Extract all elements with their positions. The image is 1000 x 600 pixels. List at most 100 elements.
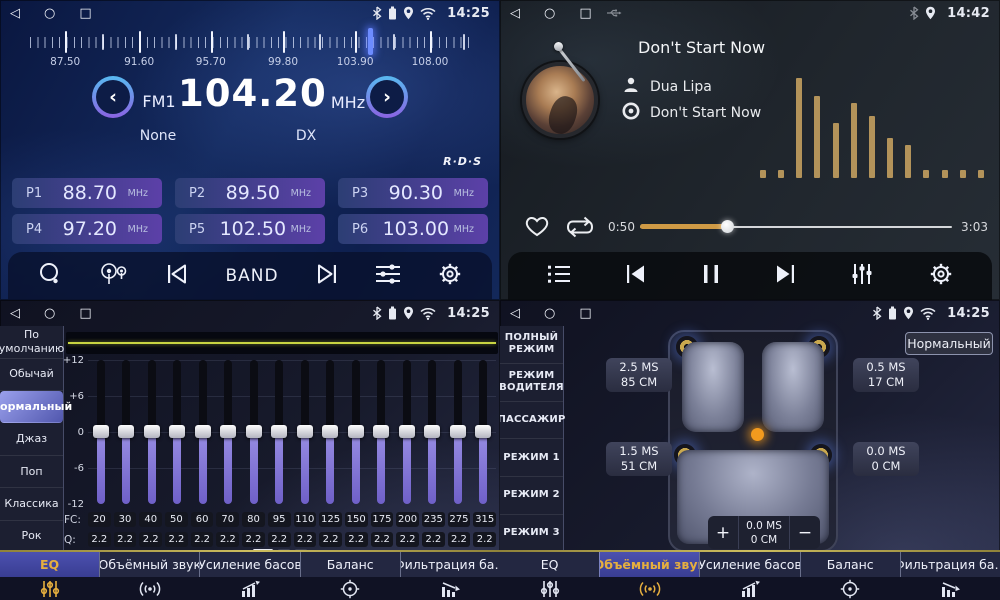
equalizer-icon[interactable] <box>850 262 874 290</box>
progress-bar[interactable] <box>640 224 952 229</box>
q-value[interactable]: 2.2 <box>319 532 342 547</box>
slider-knob[interactable] <box>169 425 185 438</box>
fc-value[interactable]: 315 <box>473 512 496 527</box>
eq-preset-item[interactable]: Нормальный <box>0 391 63 423</box>
increase-delay-button[interactable]: + <box>708 516 738 549</box>
eq-band-slider[interactable] <box>148 360 156 504</box>
q-value[interactable]: 2.2 <box>396 532 419 547</box>
driver-seat[interactable] <box>682 342 744 432</box>
eq-band-slider[interactable] <box>173 360 181 504</box>
tab-label[interactable]: Баланс <box>300 552 400 577</box>
recents-icon[interactable]: □ <box>579 307 591 320</box>
eq-preset-item[interactable]: Рок <box>0 521 63 552</box>
favorite-icon[interactable] <box>524 214 550 242</box>
bass-boost-icon[interactable] <box>700 577 800 600</box>
slider-knob[interactable] <box>93 425 109 438</box>
previous-track-icon[interactable] <box>625 263 647 289</box>
pause-icon[interactable] <box>702 263 720 289</box>
delay-front-left-button[interactable]: 2.5 MS 85 CM <box>606 358 672 392</box>
slider-knob[interactable] <box>399 425 415 438</box>
eq-band-slider[interactable] <box>454 360 462 504</box>
eq-preset-item[interactable]: Поп <box>0 456 63 488</box>
home-icon[interactable]: ○ <box>44 7 55 20</box>
mode-item[interactable]: РЕЖИМ ВОДИТЕЛЯ <box>500 364 563 402</box>
settings-gear-icon[interactable] <box>929 262 953 290</box>
home-icon[interactable]: ○ <box>544 307 555 320</box>
fc-value[interactable]: 200 <box>396 512 419 527</box>
tab-label[interactable]: Усиление басов <box>699 552 799 577</box>
recents-icon[interactable]: □ <box>579 7 591 20</box>
q-value[interactable]: 2.2 <box>473 532 496 547</box>
eq-band-slider[interactable] <box>199 360 207 504</box>
filter-icon[interactable] <box>400 577 500 600</box>
mode-item[interactable]: ПОЛНЫЙ РЕЖИМ <box>500 326 563 364</box>
radio-program-icon[interactable] <box>99 262 129 290</box>
settings-gear-icon[interactable] <box>438 262 462 290</box>
delay-rear-left-button[interactable]: 1.5 MS 51 CM <box>606 442 672 476</box>
eq-band-slider[interactable] <box>377 360 385 504</box>
repeat-icon[interactable] <box>566 216 594 242</box>
fc-value[interactable]: 30 <box>114 512 137 527</box>
home-icon[interactable]: ○ <box>44 307 55 320</box>
decrease-delay-button[interactable]: − <box>790 516 820 549</box>
next-station-icon[interactable] <box>316 263 338 289</box>
fc-value[interactable]: 95 <box>268 512 291 527</box>
slider-knob[interactable] <box>297 425 313 438</box>
eq-band-slider[interactable] <box>122 360 130 504</box>
slider-knob[interactable] <box>271 425 287 438</box>
q-value[interactable]: 2.2 <box>191 532 214 547</box>
fc-value[interactable]: 150 <box>345 512 368 527</box>
q-value[interactable]: 2.2 <box>268 532 291 547</box>
eq-band-slider[interactable] <box>428 360 436 504</box>
band-button[interactable]: BAND <box>225 266 278 286</box>
slider-knob[interactable] <box>144 425 160 438</box>
tab-label[interactable]: Баланс <box>800 552 900 577</box>
tune-down-button[interactable]: ‹ <box>92 76 134 118</box>
eq-preset-item[interactable]: По умолчанию <box>0 326 63 359</box>
eq-band-slider[interactable] <box>479 360 487 504</box>
q-value[interactable]: 2.2 <box>88 532 111 547</box>
tab-label[interactable]: Фильтрация ба… <box>400 552 500 577</box>
fc-value[interactable]: 175 <box>371 512 394 527</box>
surround-sound-icon[interactable] <box>100 577 200 600</box>
tab-label[interactable]: EQ <box>0 552 99 577</box>
tuner-settings-icon[interactable] <box>375 263 401 289</box>
tab-label[interactable]: Объёмный звук <box>99 552 199 577</box>
slider-knob[interactable] <box>348 425 364 438</box>
back-icon[interactable]: ◁ <box>10 307 20 320</box>
eq-band-slider[interactable] <box>352 360 360 504</box>
mode-item[interactable]: РЕЖИМ 3 <box>500 515 563 552</box>
preset-button-p3[interactable]: P390.30MHz <box>338 178 488 208</box>
back-icon[interactable]: ◁ <box>510 7 520 20</box>
slider-knob[interactable] <box>220 425 236 438</box>
next-track-icon[interactable] <box>774 263 796 289</box>
balance-icon[interactable] <box>300 577 400 600</box>
q-value[interactable]: 2.2 <box>165 532 188 547</box>
eq-preset-item[interactable]: Джаз <box>0 423 63 455</box>
fc-value[interactable]: 20 <box>88 512 111 527</box>
slider-knob[interactable] <box>373 425 389 438</box>
eq-band-slider[interactable] <box>301 360 309 504</box>
balance-icon[interactable] <box>800 577 900 600</box>
q-value[interactable]: 2.2 <box>371 532 394 547</box>
slider-knob[interactable] <box>450 425 466 438</box>
slider-knob[interactable] <box>424 425 440 438</box>
q-value[interactable]: 2.2 <box>216 532 239 547</box>
slider-knob[interactable] <box>246 425 262 438</box>
eq-preset-item[interactable]: Обычай <box>0 359 63 391</box>
preset-button-p2[interactable]: P289.50MHz <box>175 178 325 208</box>
mode-item[interactable]: РЕЖИМ 2 <box>500 477 563 515</box>
bass-boost-icon[interactable] <box>200 577 300 600</box>
recents-icon[interactable]: □ <box>79 307 91 320</box>
filter-icon[interactable] <box>900 577 1000 600</box>
slider-knob[interactable] <box>118 425 134 438</box>
fc-value[interactable]: 50 <box>165 512 188 527</box>
profile-badge[interactable]: Нормальный <box>905 332 993 355</box>
eq-sliders-icon[interactable] <box>500 577 600 600</box>
playlist-icon[interactable] <box>547 264 571 288</box>
q-value[interactable]: 2.2 <box>345 532 368 547</box>
q-value[interactable]: 2.2 <box>114 532 137 547</box>
slider-knob[interactable] <box>475 425 491 438</box>
tab-label[interactable]: Усиление басов <box>199 552 299 577</box>
preset-button-p6[interactable]: P6103.00MHz <box>338 214 488 244</box>
